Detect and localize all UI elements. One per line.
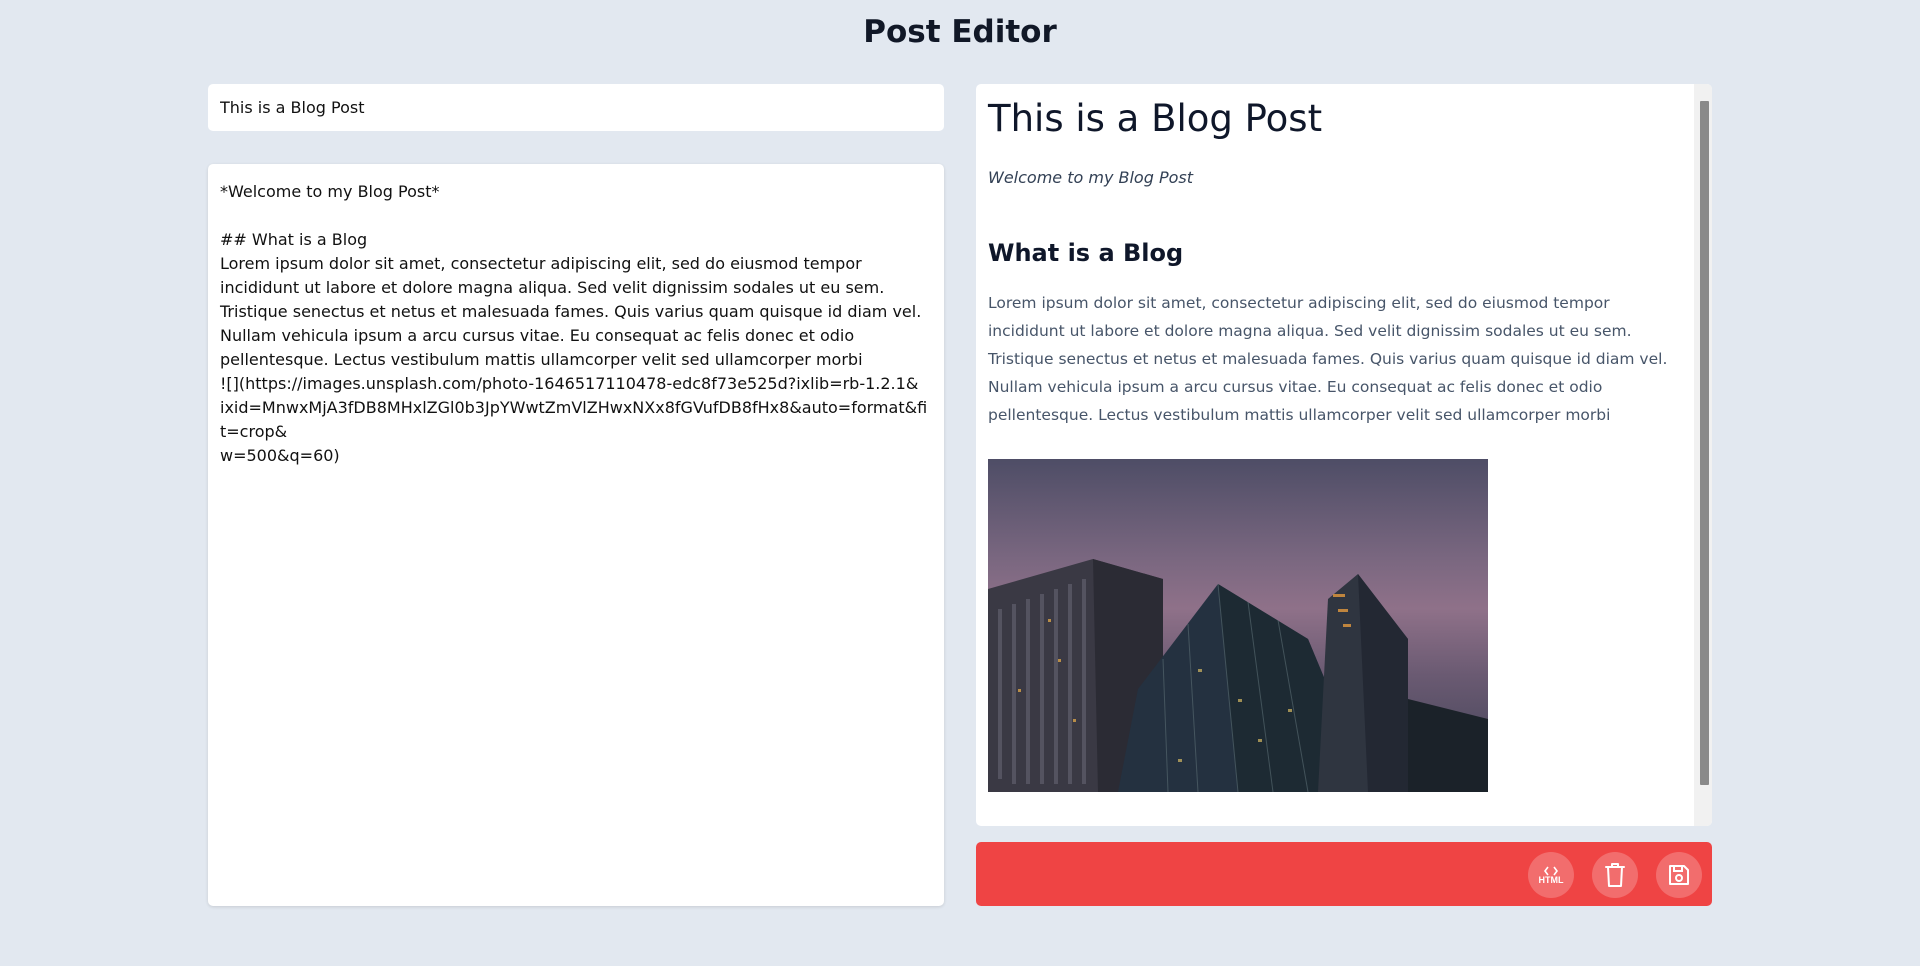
preview-paragraph: Lorem ipsum dolor sit amet, consectetur … bbox=[988, 294, 1668, 424]
preview-content: This is a Blog Post Welcome to my Blog P… bbox=[988, 96, 1682, 792]
save-button[interactable] bbox=[1656, 852, 1702, 898]
code-icon bbox=[1544, 866, 1558, 875]
post-body-textarea[interactable] bbox=[208, 164, 944, 906]
preview-panel: This is a Blog Post Welcome to my Blog P… bbox=[976, 84, 1712, 826]
page-title: Post Editor bbox=[863, 14, 1057, 50]
export-html-label: HTML bbox=[1538, 874, 1564, 885]
skyscraper-photo bbox=[988, 559, 1488, 792]
save-icon bbox=[1669, 865, 1689, 885]
preview-intro: Welcome to my Blog Post bbox=[988, 168, 1193, 187]
post-title-input[interactable] bbox=[208, 84, 944, 131]
action-bar: HTML bbox=[976, 842, 1712, 906]
preview-scrollbar-thumb[interactable] bbox=[1700, 101, 1709, 785]
preview-scrollbar[interactable] bbox=[1694, 84, 1712, 826]
preview-heading: This is a Blog Post bbox=[988, 97, 1323, 140]
delete-button[interactable] bbox=[1592, 852, 1638, 898]
export-html-button[interactable]: HTML bbox=[1528, 852, 1574, 898]
preview-image-buildings bbox=[988, 459, 1488, 792]
preview-subheading: What is a Blog bbox=[988, 239, 1184, 267]
trash-icon bbox=[1605, 863, 1625, 887]
